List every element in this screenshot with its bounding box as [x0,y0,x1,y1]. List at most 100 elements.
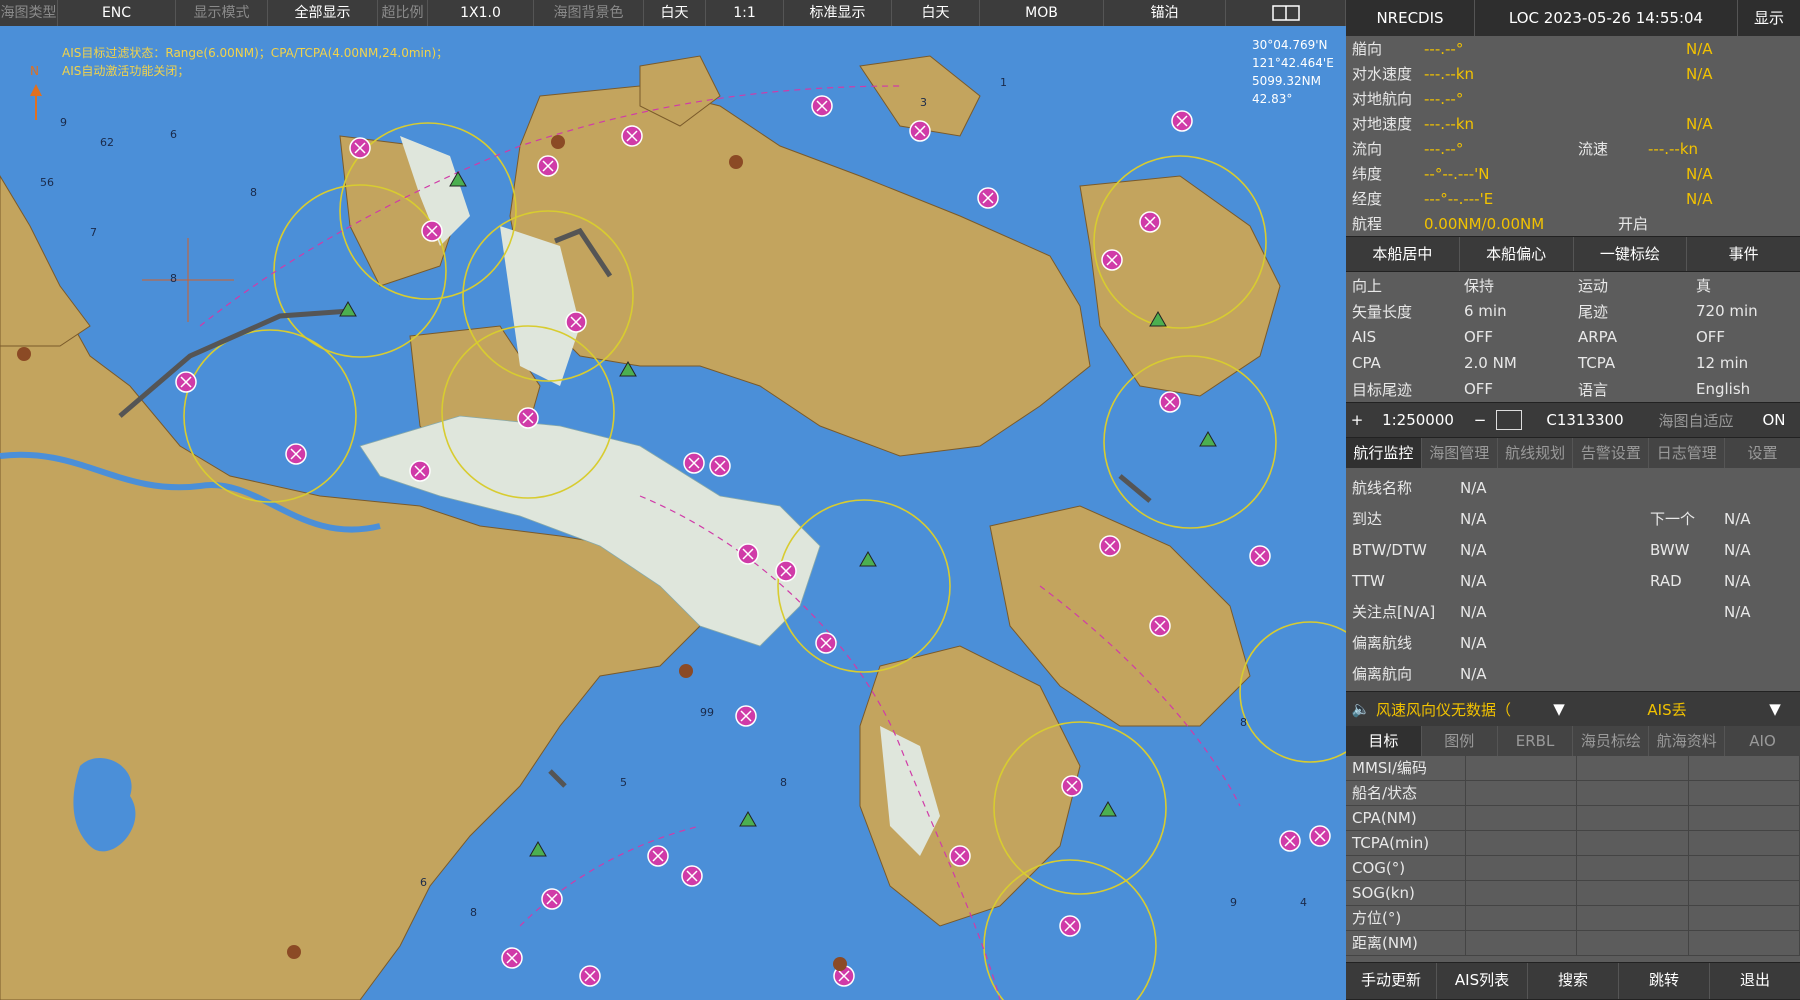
window-toggle-button[interactable] [1226,0,1346,26]
manual-update-button[interactable]: 手动更新 [1346,963,1437,999]
target-row: CPA(NM) [1346,806,1800,831]
tab-settings[interactable]: 设置 [1725,438,1800,468]
setting-value[interactable]: OFF [1464,380,1578,398]
ais-target [285,443,307,465]
chart-canvas[interactable]: 9 62 6 56 7 8 8 3 1 99 8 5 8 4 9 6 8 [0,26,1346,1000]
center-ship-button[interactable]: 本船居中 [1346,237,1460,271]
settings-row: AIS OFF ARPA OFF [1346,324,1800,350]
setting-value[interactable]: 2.0 NM [1464,354,1578,372]
tab-nav-monitor[interactable]: 航行监控 [1346,438,1422,468]
crosshair-cursor [142,238,234,322]
position-row: 经度 ---°--.---'E N/A [1346,186,1800,211]
ais-target [541,888,563,910]
target-cell [1689,856,1800,880]
route-key: RAD [1650,571,1682,590]
cursor-bearing: 42.83° [1252,92,1293,106]
tab-route-plan[interactable]: 航线规划 [1498,438,1574,468]
tab-nautical-pubs[interactable]: 航海资料 [1649,726,1726,756]
route-value: N/A [1724,571,1751,590]
ais-list-button[interactable]: AIS列表 [1437,963,1528,999]
nav-extra: N/A [1686,114,1713,133]
mob-button[interactable]: MOB [980,0,1104,26]
target-field-label: COG(°) [1346,856,1466,880]
route-value: N/A [1460,509,1487,528]
chevron-down-icon[interactable]: ▼ [1762,700,1788,718]
setting-key: 矢量长度 [1352,302,1413,321]
bottom-action-bar: 手动更新 AIS列表 搜索 跳转 退出 [1346,962,1800,1000]
anchor-watch-button[interactable]: 锚泊 [1104,0,1226,26]
cursor-lat: 30°04.769'N [1252,38,1328,52]
display-mode-button[interactable]: 全部显示 [268,0,378,26]
nav-extra: N/A [1686,64,1713,83]
target-cell [1577,856,1689,880]
target-cell [1689,781,1800,805]
setting-value[interactable]: OFF [1696,328,1725,346]
tab-mariner-plot[interactable]: 海员标绘 [1573,726,1650,756]
background-label: 海图背景色 [534,0,644,26]
tab-aio[interactable]: AIO [1725,726,1800,756]
chart-type-button[interactable]: ENC [58,0,176,26]
daytime-button[interactable]: 白天 [892,0,980,26]
ais-alert: AIS丢 [1647,700,1687,719]
quick-plot-button[interactable]: 一键标绘 [1574,237,1688,271]
setting-value[interactable]: 保持 [1464,275,1578,296]
svg-text:1: 1 [1000,76,1007,89]
zoom-in-button[interactable]: + [1346,411,1368,429]
tab-alarm-settings[interactable]: 告警设置 [1573,438,1650,468]
main-tabs: 航行监控 海图管理 航线规划 告警设置 日志管理 设置 [1346,438,1800,468]
svg-text:99: 99 [700,706,714,719]
event-button[interactable]: 事件 [1687,237,1800,271]
target-cell [1466,781,1578,805]
target-cell [1577,931,1689,955]
cell-frame-icon[interactable] [1492,410,1526,430]
target-field-label: 方位(°) [1346,906,1466,930]
display-settings: 向上 保持 运动真矢量长度 6 min 尾迹 720 min AIS OFF ARPA OFF CP… [1346,272,1800,402]
route-key: 偏离航线 [1352,634,1413,652]
settings-row: CPA 2.0 NM TCPA 12 min [1346,350,1800,376]
cell-name: C1313300 [1546,411,1624,429]
auto-adapt-toggle[interactable]: ON [1748,411,1800,429]
search-button[interactable]: 搜索 [1528,963,1619,999]
svg-text:8: 8 [470,906,477,919]
setting-value[interactable]: 12 min [1696,354,1748,372]
tab-legend[interactable]: 图例 [1422,726,1498,756]
setting-value[interactable]: 6 min [1464,302,1578,320]
tab-chart-mgmt[interactable]: 海图管理 [1422,438,1498,468]
scale-ratio-button[interactable]: 1X1.0 [428,0,534,26]
setting-key: ARPA [1578,328,1618,346]
target-cell [1577,781,1689,805]
ais-target [1099,535,1121,557]
setting-value[interactable]: English [1696,380,1750,398]
display-mode-label: 显示模式 [176,0,268,26]
chevron-down-icon[interactable]: ▼ [1546,700,1572,718]
offset-ship-button[interactable]: 本船偏心 [1460,237,1574,271]
nautical-chart[interactable]: 9 62 6 56 7 8 8 3 1 99 8 5 8 4 9 6 8 AIS目标过滤状态：Rang… [0,26,1346,1000]
jump-button[interactable]: 跳转 [1619,963,1710,999]
speaker-icon[interactable]: 🔈 [1346,700,1376,718]
display-button[interactable]: 显示 [1738,0,1800,36]
settings-row: 向上 保持 运动 真 [1346,272,1800,298]
route-value: N/A [1724,540,1751,559]
tab-target[interactable]: 目标 [1346,726,1422,756]
background-button[interactable]: 白天 [644,0,706,26]
ais-target [579,965,601,987]
nav-row: 艏向 ---.--° N/A [1346,36,1800,61]
setting-value[interactable]: 真 [1696,275,1711,296]
setting-key: 尾迹 [1578,302,1609,321]
exit-button[interactable]: 退出 [1710,963,1800,999]
zoom-out-button[interactable]: − [1468,411,1492,429]
tab-log-mgmt[interactable]: 日志管理 [1649,438,1726,468]
vessel [1099,800,1117,817]
setting-value[interactable]: 720 min [1696,302,1758,320]
upper-west-land [0,175,91,347]
setting-value[interactable]: OFF [1464,328,1578,346]
current-speed-label: 流速 [1578,140,1609,158]
ratio-button[interactable]: 1:1 [706,0,784,26]
tab-erbl[interactable]: ERBL [1498,726,1574,756]
nav-label: 对地航向 [1352,90,1413,108]
standard-display-button[interactable]: 标准显示 [784,0,892,26]
target-cell [1689,806,1800,830]
route-value: N/A [1460,633,1487,652]
setting-key: 目标尾迹 [1352,380,1413,399]
position-label: 经度 [1352,190,1383,208]
